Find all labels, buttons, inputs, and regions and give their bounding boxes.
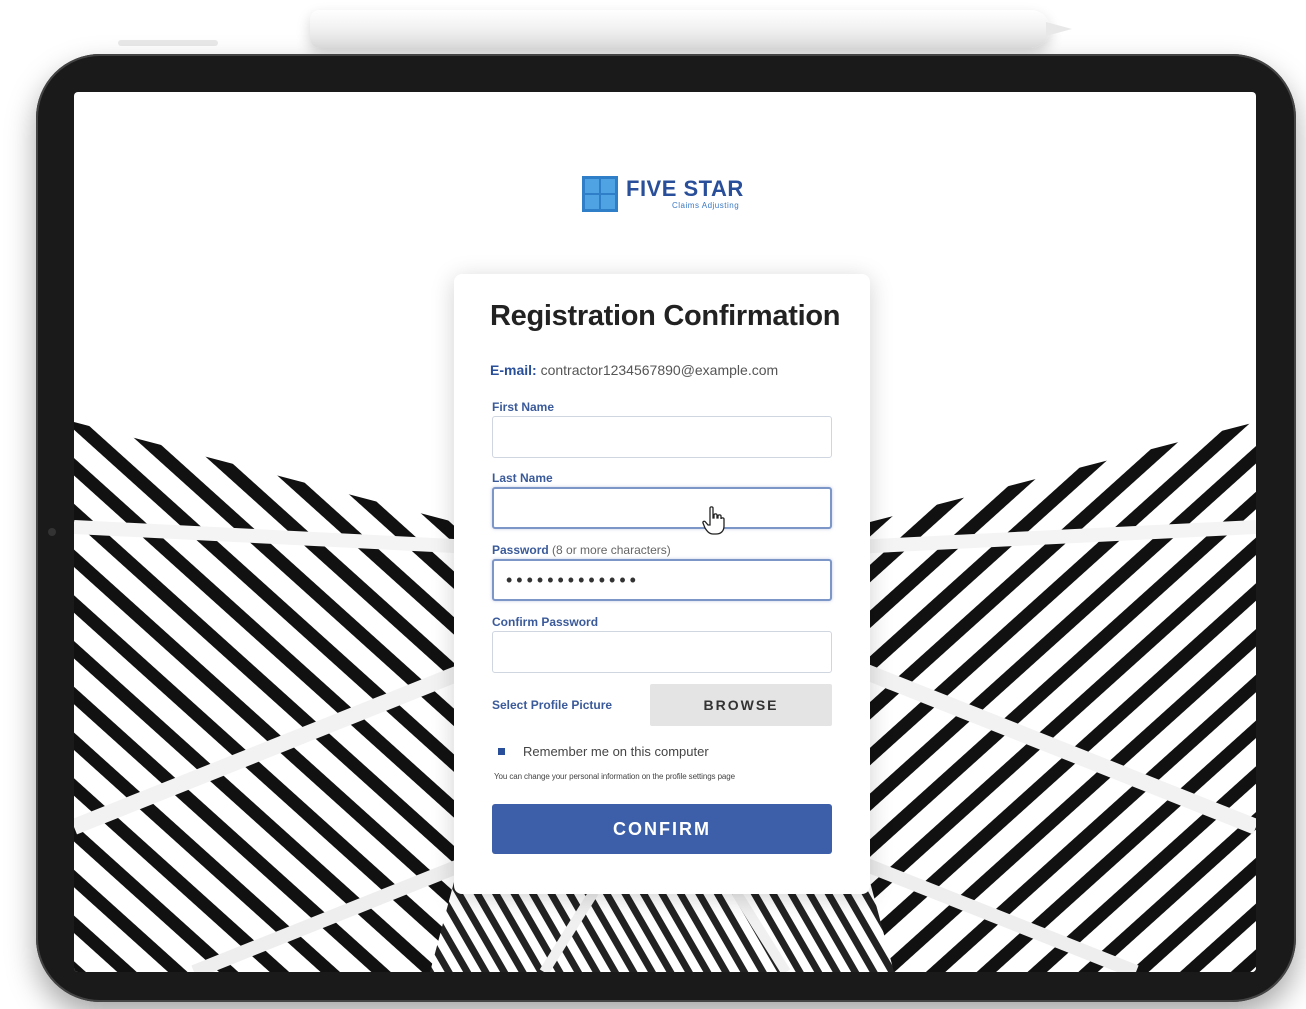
brand-name: FIVE STAR	[626, 176, 744, 201]
page-title: Registration Confirmation	[490, 300, 841, 332]
tablet-camera	[48, 528, 56, 536]
confirm-password-label: Confirm Password	[492, 615, 599, 629]
tablet-screen: FIVE STAR Claims Adjusting Registration …	[74, 92, 1256, 972]
profile-settings-note: You can change your personal information…	[494, 772, 735, 781]
email-value: contractor1234567890@example.com	[540, 362, 779, 378]
stylus-tip	[1046, 22, 1072, 36]
last-name-field[interactable]	[492, 487, 832, 529]
password-hint: (8 or more characters)	[552, 543, 671, 557]
confirm-button[interactable]: CONFIRM	[492, 804, 832, 854]
brand-tagline: Claims Adjusting	[672, 201, 740, 210]
logo-text: FIVE STAR Claims Adjusting	[626, 177, 744, 211]
side-mark	[118, 40, 218, 46]
email-row: E-mail: contractor1234567890@example.com	[490, 362, 778, 378]
five-star-logo: FIVE STAR Claims Adjusting	[582, 174, 744, 214]
scene: FIVE STAR Claims Adjusting Registration …	[0, 0, 1306, 1009]
profile-picture-label: Select Profile Picture	[492, 698, 613, 712]
last-name-label: Last Name	[492, 471, 553, 485]
remember-checkbox[interactable]	[498, 748, 505, 755]
stylus-pencil	[310, 10, 1072, 48]
browse-button[interactable]: BROWSE	[650, 684, 832, 726]
first-name-label: First Name	[492, 400, 555, 414]
remember-label: Remember me on this computer	[523, 744, 709, 759]
confirm-password-field[interactable]	[492, 631, 832, 673]
password-label: Password	[492, 543, 549, 557]
hand-pointer-icon	[702, 506, 725, 535]
first-name-field[interactable]	[492, 416, 832, 458]
password-label-row: Password (8 or more characters)	[492, 543, 671, 557]
email-label: E-mail:	[490, 362, 537, 378]
remember-row[interactable]: Remember me on this computer	[498, 744, 709, 759]
registration-card: Registration Confirmation E-mail: contra…	[454, 274, 870, 894]
five-star-logo-icon	[582, 176, 618, 212]
password-field[interactable]	[492, 559, 832, 601]
